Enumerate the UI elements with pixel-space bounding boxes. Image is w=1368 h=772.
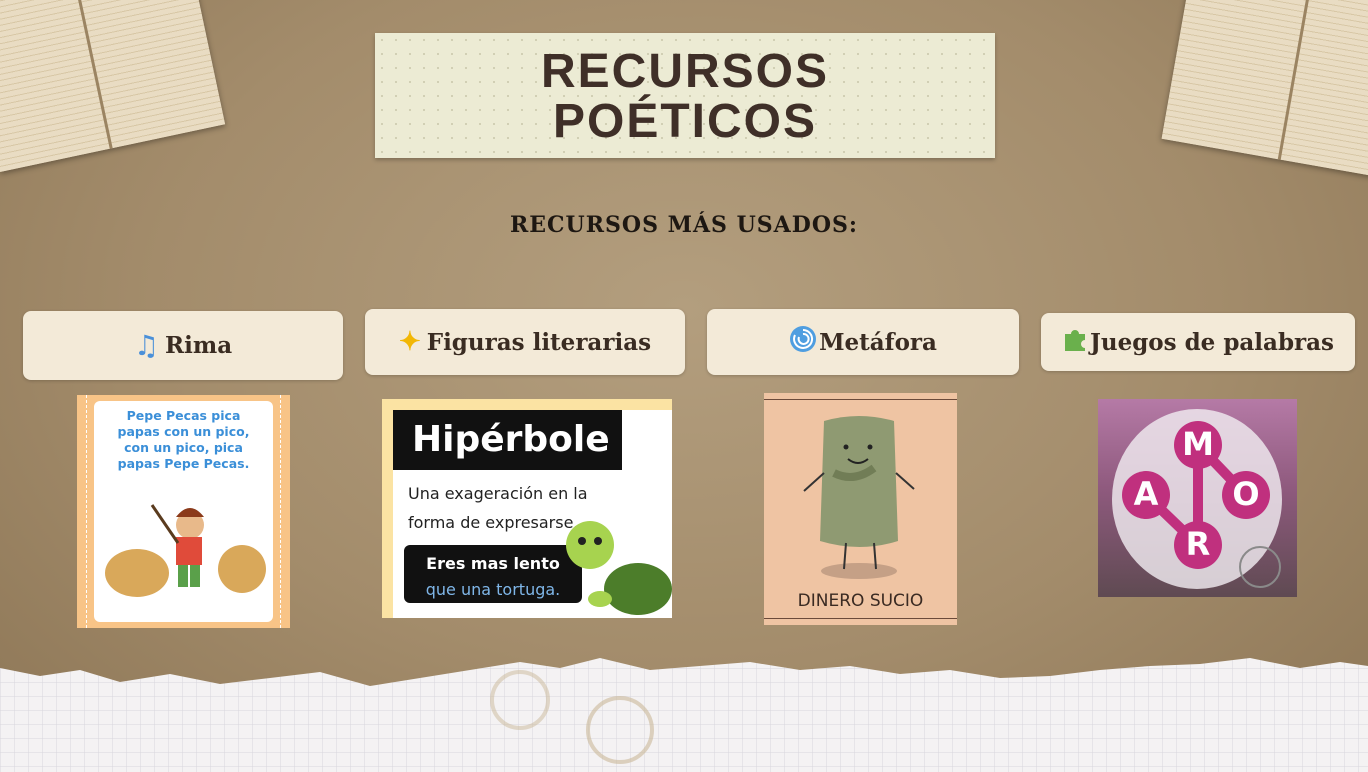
page-title-line-1: RECURSOS [540, 45, 830, 98]
rima-text-line-2: papas con un pico, [117, 424, 250, 439]
label-figuras-text: Figuras literarias [426, 328, 652, 356]
letter-m: M [1182, 425, 1214, 463]
old-book-decoration-left [0, 0, 226, 173]
image-rima-trabalenguas: Pepe Pecas pica papas con un pico, con u… [77, 395, 290, 628]
torn-graph-paper [0, 658, 1368, 772]
hiperbole-heading: Hipérbole [412, 419, 610, 460]
label-figuras-literarias: ✦ Figuras literarias [365, 309, 685, 375]
cyclone-icon [789, 325, 817, 359]
old-book-decoration-right [1161, 0, 1368, 179]
image-juegos-de-palabras: M A O R [1098, 399, 1297, 597]
label-metafora-text: Metáfora [819, 328, 937, 356]
bubble-line-2: que una tortuga. [425, 580, 561, 599]
label-rima: ♫ Rima [23, 311, 343, 380]
puzzle-piece-icon [1062, 326, 1088, 358]
rima-text-line-3: con un pico, pica [124, 440, 243, 455]
letter-r: R [1185, 525, 1211, 563]
dirty-bill-character [803, 416, 915, 579]
boy-with-potatoes-illustration [105, 504, 266, 597]
hiperbole-line-1: Una exageración en la [408, 484, 588, 503]
rima-text-line-4: papas Pepe Pecas. [117, 456, 250, 471]
image-hiperbole: Hipérbole Una exageración en la forma de… [382, 399, 672, 618]
title-banner: RECURSOS POÉTICOS [375, 33, 995, 158]
music-note-icon: ♫ [133, 329, 159, 362]
turtle-illustration [566, 521, 672, 615]
metafora-caption: DINERO SUCIO [797, 591, 924, 611]
page-title-line-2: POÉTICOS [552, 95, 818, 148]
label-juegos-text: Juegos de palabras [1089, 328, 1334, 356]
image-metafora-dinero-sucio: DINERO SUCIO [764, 393, 957, 625]
rima-text-line-1: Pepe Pecas pica [126, 408, 241, 423]
sparkles-icon: ✦ [398, 327, 421, 357]
label-juegos-de-palabras: Juegos de palabras [1041, 313, 1355, 371]
bubble-line-1: Eres mas lento [426, 554, 560, 573]
section-subtitle: RECURSOS MÁS USADOS: [510, 212, 858, 238]
label-rima-text: Rima [165, 332, 233, 359]
letter-a: A [1133, 475, 1159, 513]
letter-o: O [1232, 475, 1260, 513]
label-metafora: Metáfora [707, 309, 1019, 375]
